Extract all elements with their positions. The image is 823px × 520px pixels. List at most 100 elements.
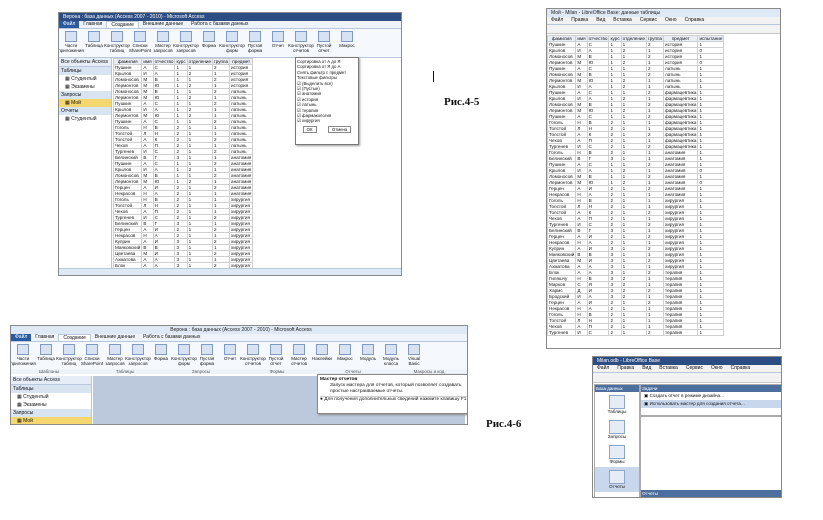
column-header[interactable]: курс: [608, 35, 622, 42]
task-item[interactable]: ▣ Создать отчет в режиме дизайна...: [641, 392, 781, 400]
table-cell[interactable]: хирургия: [229, 214, 254, 221]
column-header[interactable]: группа: [212, 58, 231, 65]
menu-item[interactable]: Справка: [681, 17, 709, 24]
table-cell[interactable]: фармацевтика: [663, 101, 699, 108]
table-cell[interactable]: фармацевтика: [663, 113, 699, 120]
sidebar-item[interactable]: Запросы: [595, 417, 639, 442]
menu-item[interactable]: Правка: [567, 17, 592, 24]
table-cell[interactable]: фармацевтика: [663, 119, 699, 126]
column-header[interactable]: имя: [141, 58, 154, 65]
table-cell[interactable]: фармацевтика: [663, 137, 699, 144]
table-cell[interactable]: хирургия: [229, 226, 254, 233]
nav-item[interactable]: ▦ Студентый: [59, 75, 111, 83]
table-cell[interactable]: 2: [608, 329, 622, 336]
table-cell[interactable]: анатомия: [229, 154, 254, 161]
nav-item[interactable]: ▦ Экзамены: [11, 401, 91, 409]
menu-item[interactable]: Правка: [613, 365, 638, 372]
ribbon-button[interactable]: Мастер запросов: [105, 344, 125, 370]
tab-0[interactable]: Файл: [59, 21, 80, 28]
table-cell[interactable]: Ломоносов: [547, 53, 577, 60]
filter-cancel-button[interactable]: Отмена: [327, 125, 352, 133]
nav-item[interactable]: ▦ Мой: [11, 417, 91, 424]
table-cell[interactable]: Ломоносов: [113, 172, 143, 179]
table-cell[interactable]: анатомия: [229, 178, 254, 185]
table-cell[interactable]: Ломоносов: [547, 173, 577, 180]
menu-item[interactable]: Окно: [661, 17, 681, 24]
table-cell[interactable]: Лермонтов: [113, 94, 143, 101]
ribbon-button[interactable]: Форма: [199, 31, 219, 55]
nav-group[interactable]: Запросы: [59, 91, 111, 99]
table-cell[interactable]: Ломоносов: [113, 76, 143, 83]
menu-item[interactable]: Вид: [638, 365, 655, 372]
menu-item[interactable]: Окно: [707, 365, 727, 372]
column-header[interactable]: фамилия: [547, 35, 577, 42]
table-cell[interactable]: И: [575, 329, 588, 336]
table-row[interactable]: Тургенев И С 2 1 2 терапия 1: [547, 329, 725, 336]
table-cell[interactable]: анатомия: [229, 166, 254, 173]
ribbon-button[interactable]: Пустой отчет: [314, 31, 334, 55]
tab-2[interactable]: Создание: [58, 334, 91, 341]
ribbon-button[interactable]: Конструктор таблиц: [56, 344, 82, 370]
ribbon-button[interactable]: Visual Basic: [404, 344, 424, 370]
ribbon-button[interactable]: Таблица: [84, 31, 104, 55]
column-header[interactable]: группа: [646, 35, 665, 42]
table-cell[interactable]: хирургия: [229, 208, 254, 215]
ribbon-button[interactable]: Отчет: [268, 31, 288, 55]
sidebar-item[interactable]: Отчеты: [595, 467, 639, 492]
tab-1[interactable]: Главная: [79, 21, 106, 28]
table-cell[interactable]: анатомия: [229, 190, 254, 197]
table-cell[interactable]: анатомия: [229, 160, 254, 167]
column-header[interactable]: отделение: [186, 58, 214, 65]
menu-item[interactable]: Файл: [593, 365, 613, 372]
sidebar-item[interactable]: Таблицы: [595, 392, 639, 417]
ribbon-button[interactable]: Списки SharePoint: [81, 344, 103, 370]
menu-item[interactable]: Вид: [592, 17, 609, 24]
table-cell[interactable]: фармацевтика: [663, 89, 699, 96]
task-item[interactable]: ▣ Использовать мастер для создания отчет…: [641, 400, 781, 408]
column-header[interactable]: отчество: [586, 35, 610, 42]
tab-3[interactable]: Внешние данные: [139, 21, 187, 28]
table-cell[interactable]: хирургия: [229, 250, 254, 257]
ribbon-button[interactable]: Модуль: [358, 344, 378, 370]
table-cell[interactable]: Белинский: [113, 154, 143, 161]
ribbon-button[interactable]: Форма: [151, 344, 171, 370]
ribbon-button[interactable]: Части приложения: [59, 31, 84, 55]
ribbon-button[interactable]: Списки SharePoint: [129, 31, 151, 55]
column-header[interactable]: имя: [575, 35, 588, 42]
ribbon-button[interactable]: Мастер запросов: [153, 31, 173, 55]
tab-1[interactable]: Главная: [31, 334, 58, 341]
table-cell[interactable]: Ломоносов: [547, 71, 577, 78]
filter-ok-button[interactable]: ОК: [302, 125, 317, 133]
table-cell[interactable]: фармацевтика: [663, 107, 699, 114]
table-cell[interactable]: хирургия: [229, 202, 254, 209]
table-cell[interactable]: 1: [620, 329, 648, 336]
table-cell[interactable]: фармацевтика: [663, 95, 699, 102]
column-header[interactable]: отчество: [152, 58, 176, 65]
menu-item[interactable]: Вставка: [609, 17, 636, 24]
table-cell[interactable]: фармацевтика: [663, 131, 699, 138]
sidebar-item[interactable]: Формы: [595, 442, 639, 467]
nav-item[interactable]: ▦ Студентый: [59, 115, 111, 123]
table-cell[interactable]: Ломоносов: [547, 101, 577, 108]
nav-item[interactable]: ▦ Студентый: [11, 393, 91, 401]
table-cell[interactable]: С: [586, 329, 610, 336]
ribbon-button[interactable]: Таблица: [36, 344, 56, 370]
ribbon-button[interactable]: Пустой отчет: [266, 344, 286, 370]
table-cell[interactable]: Лермонтов: [113, 82, 143, 89]
table-cell[interactable]: Лермонтов: [113, 112, 143, 119]
table-cell[interactable]: Белинский: [113, 220, 143, 227]
ribbon-button[interactable]: Конструктор отчетов: [288, 31, 314, 55]
tab-2[interactable]: Создание: [106, 21, 139, 28]
table-cell[interactable]: Лермонтов: [113, 178, 143, 185]
table-cell[interactable]: хирургия: [229, 196, 254, 203]
tab-4[interactable]: Работа с базами данных: [187, 21, 252, 28]
nav-group[interactable]: Запросы: [11, 409, 91, 417]
table-cell[interactable]: фармацевтика: [663, 143, 699, 150]
menu-item[interactable]: Справка: [727, 365, 755, 372]
ribbon-button[interactable]: Конструктор форм: [171, 344, 197, 370]
menu-item[interactable]: Файл: [547, 17, 567, 24]
ribbon-button[interactable]: Конструктор форм: [219, 31, 245, 55]
menu-item[interactable]: Сервис: [636, 17, 661, 24]
nav-header[interactable]: Все объекты Access: [59, 58, 111, 67]
tab-0[interactable]: Файл: [11, 334, 32, 341]
